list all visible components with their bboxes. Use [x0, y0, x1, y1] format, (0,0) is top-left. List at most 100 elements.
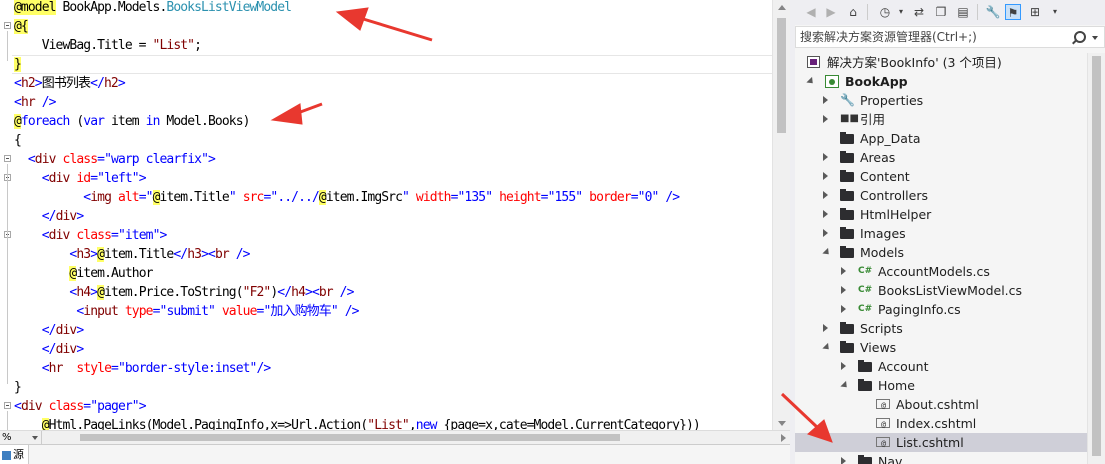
collapsed-icon[interactable]: [841, 267, 846, 275]
collapsed-icon[interactable]: [823, 191, 828, 199]
tree-item[interactable]: App_Data: [795, 129, 1089, 148]
code-line[interactable]: @foreach (var item in Model.Books): [0, 112, 772, 131]
back-icon[interactable]: ◀: [803, 4, 819, 20]
code-line[interactable]: @Html.PageLinks(Model.PagingInfo,x=>Url.…: [0, 416, 772, 430]
scroll-up-icon[interactable]: [778, 5, 786, 10]
collapsed-icon[interactable]: [841, 305, 846, 313]
tree-item[interactable]: Scripts: [795, 319, 1089, 338]
code-line[interactable]: @item.Author: [0, 264, 772, 283]
tree-item[interactable]: Controllers: [795, 186, 1089, 205]
expanded-icon[interactable]: [822, 247, 832, 258]
code-line[interactable]: {: [0, 131, 772, 150]
scrollbar-thumb[interactable]: [80, 434, 620, 441]
sync-icon[interactable]: ⇄: [911, 4, 927, 20]
zoom-selector[interactable]: %: [0, 431, 42, 444]
dropdown-icon[interactable]: ▾: [1047, 4, 1063, 20]
tree-item[interactable]: 🔧 Properties: [795, 91, 1089, 110]
scrollbar-thumb[interactable]: [777, 18, 786, 133]
expanded-icon[interactable]: [840, 380, 850, 391]
tree-item[interactable]: HtmlHelper: [795, 205, 1089, 224]
diagram-icon[interactable]: ⊞: [1027, 4, 1043, 20]
code-token: <: [14, 76, 22, 91]
collapse-all-icon[interactable]: ❐: [933, 4, 949, 20]
code-line[interactable]: <hr />: [0, 93, 772, 112]
collapsed-icon[interactable]: [841, 362, 846, 370]
cshtml-file-icon: @: [876, 399, 890, 410]
tree-item[interactable]: C# PagingInfo.cs: [795, 300, 1089, 319]
tree-item[interactable]: Views: [795, 338, 1089, 357]
code-line[interactable]: <input type="submit" value="加入购物车" />: [0, 302, 772, 321]
scroll-down-icon[interactable]: [778, 421, 786, 426]
properties-icon[interactable]: 🔧: [985, 4, 1001, 20]
editor-vertical-scrollbar[interactable]: [772, 0, 790, 430]
tree-vertical-scrollbar[interactable]: [1087, 53, 1105, 464]
search-box[interactable]: [795, 26, 1105, 48]
code-line[interactable]: @model BookApp.Models.BooksListViewModel: [0, 0, 772, 17]
chevron-down-icon[interactable]: [1092, 36, 1098, 40]
collapsed-icon[interactable]: [823, 115, 828, 123]
tree-item[interactable]: C# AccountModels.cs: [795, 262, 1089, 281]
tree-item[interactable]: C# BooksListViewModel.cs: [795, 281, 1089, 300]
scrollbar-thumb[interactable]: [1092, 56, 1101, 456]
collapsed-icon[interactable]: [823, 153, 828, 161]
home-icon[interactable]: ⌂: [845, 4, 861, 20]
collapsed-icon[interactable]: [823, 324, 828, 332]
search-icon[interactable]: [1074, 31, 1086, 43]
collapse-icon[interactable]: [4, 155, 11, 162]
forward-icon[interactable]: ▶: [823, 4, 839, 20]
code-line[interactable]: </div>: [0, 340, 772, 359]
tree-item[interactable]: Account: [795, 357, 1089, 376]
collapse-icon[interactable]: [4, 402, 11, 409]
dropdown-icon[interactable]: ▾: [893, 4, 909, 20]
code-token: @: [41, 418, 50, 430]
editor-horizontal-scrollbar[interactable]: %: [0, 430, 790, 444]
collapsed-icon[interactable]: [841, 286, 846, 294]
tree-item[interactable]: BookApp: [795, 72, 1089, 91]
expanded-icon[interactable]: [806, 76, 816, 87]
code-line[interactable]: <h4>@item.Price.ToString("F2")</h4><br /…: [0, 283, 772, 302]
expanded-icon[interactable]: [822, 342, 832, 353]
tree-item[interactable]: @ About.cshtml: [795, 395, 1089, 414]
search-input[interactable]: [800, 28, 1070, 46]
history-icon[interactable]: ◷: [877, 4, 893, 20]
preview-icon[interactable]: ⚑: [1005, 4, 1021, 20]
code-line[interactable]: <h2>图书列表</h2>: [0, 74, 772, 93]
collapsed-icon[interactable]: [823, 172, 828, 180]
code-line[interactable]: <div class="pager">: [0, 397, 772, 416]
show-all-files-icon[interactable]: ▤: [955, 4, 971, 20]
code-line[interactable]: </div>: [0, 321, 772, 340]
code-line-text: }: [14, 55, 22, 74]
code-line[interactable]: }: [0, 55, 772, 74]
code-line[interactable]: <hr style="border-style:inset"/>: [0, 359, 772, 378]
collapse-icon[interactable]: [4, 22, 11, 29]
tree-item[interactable]: Nav: [795, 452, 1089, 464]
code-line[interactable]: ViewBag.Title = "List";: [0, 36, 772, 55]
collapsed-icon[interactable]: [823, 210, 828, 218]
code-line[interactable]: <h3>@item.Title</h3><br />: [0, 245, 772, 264]
code-line[interactable]: <div class="item">: [0, 226, 772, 245]
code-line-text: @Html.PageLinks(Model.PagingInfo,x=>Url.…: [14, 416, 701, 430]
collapsed-icon[interactable]: [823, 229, 828, 237]
code-line[interactable]: @{: [0, 17, 772, 36]
code-line[interactable]: <div class="warp clearfix">: [0, 150, 772, 169]
code-line[interactable]: </div>: [0, 207, 772, 226]
tree-item[interactable]: Home: [795, 376, 1089, 395]
code-line[interactable]: <img alt="@item.Title" src="../../@item.…: [0, 188, 772, 207]
source-view-tab[interactable]: 源: [0, 445, 29, 464]
tree-item[interactable]: @ List.cshtml: [795, 433, 1089, 452]
tree-item[interactable]: Models: [795, 243, 1089, 262]
collapsed-icon[interactable]: [823, 96, 828, 104]
code-editor[interactable]: @model BookApp.Models.BooksListViewModel…: [0, 0, 772, 430]
tree-item[interactable]: Images: [795, 224, 1089, 243]
code-line-text: <hr />: [14, 93, 56, 112]
scroll-right-icon[interactable]: [781, 434, 786, 442]
code-line[interactable]: <div id="left">: [0, 169, 772, 188]
tree-item[interactable]: @ Index.cshtml: [795, 414, 1089, 433]
tree-item[interactable]: ■■ 引用: [795, 110, 1089, 129]
tree-item[interactable]: Areas: [795, 148, 1089, 167]
collapsed-icon[interactable]: [841, 457, 846, 464]
code-line[interactable]: }: [0, 378, 772, 397]
tree-item[interactable]: Content: [795, 167, 1089, 186]
solution-tree[interactable]: 解决方案'BookInfo' (3 个项目) BookApp 🔧 Properties…: [795, 53, 1089, 464]
tree-item[interactable]: 解决方案'BookInfo' (3 个项目): [795, 53, 1089, 72]
